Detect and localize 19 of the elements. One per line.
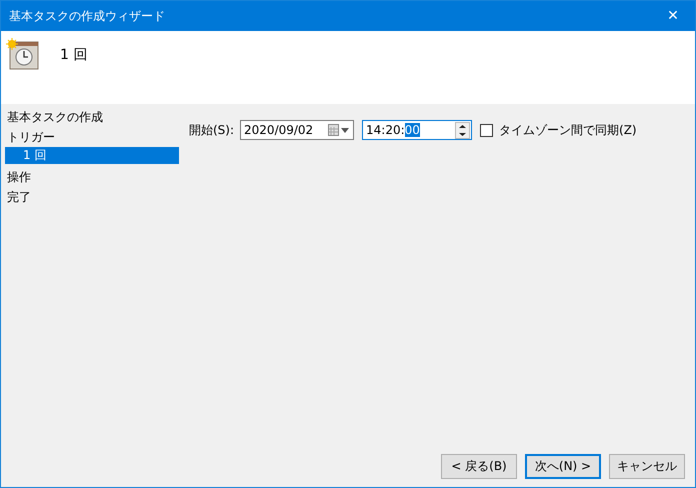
window-title: 基本タスクの作成ウィザード bbox=[8, 8, 165, 24]
spinner-icon bbox=[455, 122, 470, 138]
wizard-button[interactable]: < 戻る(B) bbox=[441, 454, 517, 479]
page-title: 1 回 bbox=[60, 46, 88, 64]
checkbox-label[interactable]: タイムゾーン間で同期(Z) bbox=[499, 122, 637, 138]
calendar-dropdown-icon bbox=[328, 124, 350, 136]
sidebar-item[interactable]: 完了 bbox=[1, 187, 179, 207]
close-button[interactable]: ✕ bbox=[651, 1, 695, 31]
checkbox[interactable] bbox=[480, 124, 494, 136]
sidebar-item[interactable]: 基本タスクの作成 bbox=[1, 107, 179, 127]
time-field[interactable]: 14:20:00 bbox=[362, 120, 472, 140]
sidebar-item[interactable]: トリガー bbox=[1, 127, 179, 147]
calendar-clock-icon bbox=[6, 38, 40, 70]
sidebar-item[interactable]: 1 回 bbox=[5, 147, 179, 164]
date-picker[interactable]: 2020/09/02 bbox=[240, 120, 354, 140]
wizard-button[interactable]: キャンセル bbox=[609, 454, 685, 479]
start-label: 開始(S): bbox=[189, 122, 234, 138]
wizard-button[interactable]: 次へ(N) > bbox=[525, 454, 601, 479]
sidebar-item[interactable]: 操作 bbox=[1, 167, 179, 187]
